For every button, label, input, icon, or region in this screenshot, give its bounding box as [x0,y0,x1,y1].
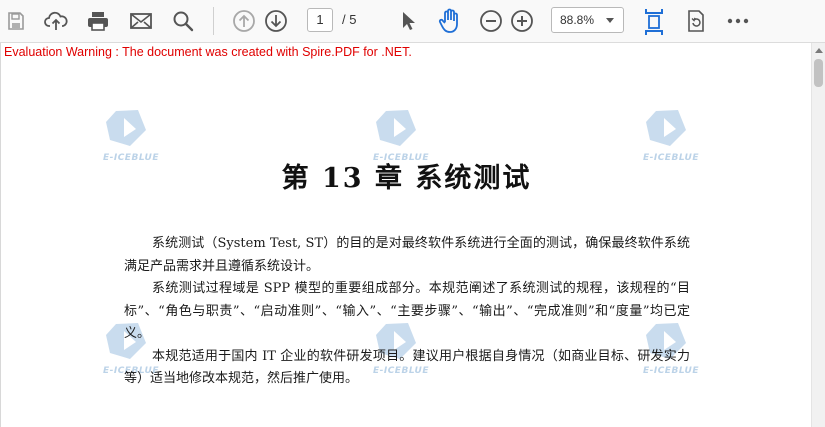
scroll-up-arrow-icon[interactable] [815,48,823,53]
zoom-select[interactable]: 88.8% [551,7,624,33]
paragraph: 系统测试过程域是 SPP 模型的重要组成部分。本规范阐述了系统测试的规程，该规程… [124,281,690,341]
rotate-icon[interactable] [683,8,709,34]
document-viewer[interactable]: Evaluation Warning : The document was cr… [0,43,825,427]
page-down-icon[interactable] [263,8,289,34]
upload-icon[interactable] [43,8,69,34]
paragraph: 系统测试（System Test, ST）的目的是对最终软件系统进行全面的测试，… [124,236,690,274]
page-up-icon[interactable] [231,8,257,34]
zoom-in-icon[interactable] [509,8,535,34]
toolbar: 1 / 5 88.8% [0,0,825,43]
document-title: 第 13 章 系统测试 [281,163,532,194]
evaluation-warning: Evaluation Warning : The document was cr… [4,45,412,59]
chevron-down-icon [606,18,614,23]
select-cursor-icon[interactable] [395,8,421,34]
more-icon[interactable] [725,8,751,34]
paragraph: 本规范适用于国内 IT 企业的软件研发项目。建议用户根据自身情况（如商业目标、研… [124,348,690,387]
vertical-scrollbar[interactable] [811,43,825,427]
zoom-value: 88.8% [560,13,595,27]
toolbar-separator [213,7,214,35]
page-total: / 5 [342,12,357,27]
hand-tool-icon[interactable] [437,8,463,34]
page-number-input[interactable]: 1 [307,8,333,32]
print-icon[interactable] [85,8,111,34]
email-icon[interactable] [128,8,154,34]
zoom-out-icon[interactable] [478,8,504,34]
scrollbar-thumb[interactable] [814,59,823,87]
document-body: 系统测试（System Test, ST）的目的是对最终软件系统进行全面的测试，… [124,233,690,391]
search-icon[interactable] [170,8,196,34]
save-icon[interactable] [3,8,29,34]
fit-page-icon[interactable] [641,7,667,37]
